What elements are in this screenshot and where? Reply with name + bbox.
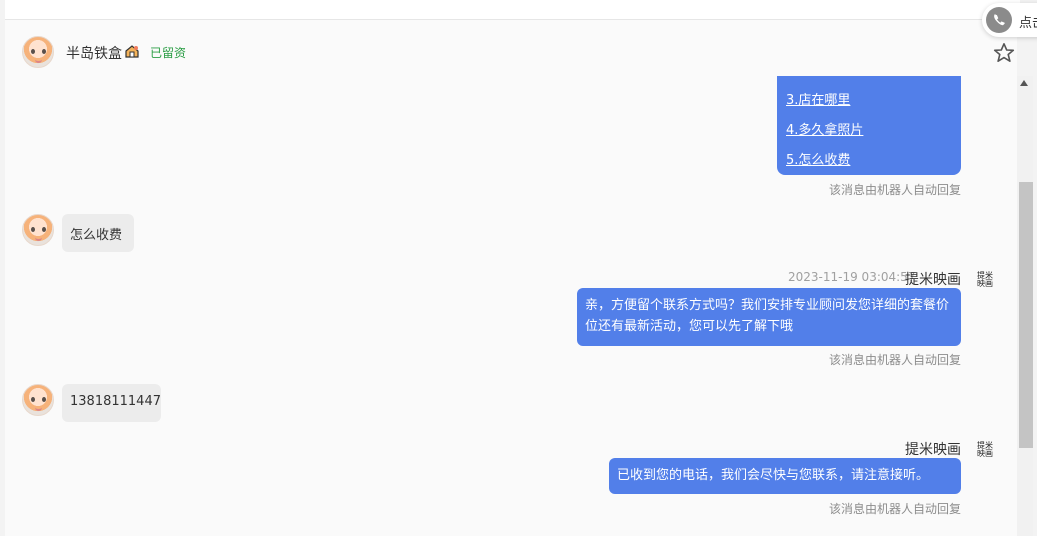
message-timestamp: 2023-11-19 03:04:57 — [788, 270, 916, 284]
customer-status-badge: 已留资 — [150, 46, 187, 60]
house-icon — [125, 45, 139, 58]
bot-menu-bubble: 3.店在哪里 4.多久拿照片 5.怎么收费 — [777, 76, 961, 175]
customer-phone-message-bubble: 13818111447 — [62, 384, 161, 422]
call-label: 点击 — [1019, 16, 1037, 31]
auto-reply-note: 该消息由机器人自动回复 — [828, 353, 961, 367]
scroll-up-arrow-icon[interactable] — [1020, 80, 1028, 86]
agent-brand-logo: 提米映画 — [977, 271, 993, 288]
auto-reply-note: 该消息由机器人自动回复 — [828, 183, 961, 197]
customer-message-avatar — [22, 214, 54, 246]
menu-link-store-location[interactable]: 3.店在哪里 — [786, 89, 850, 108]
agent-name: 提米映画 — [905, 272, 961, 288]
agent-brand-logo: 提米映画 — [977, 441, 993, 458]
star-icon[interactable] — [992, 41, 1016, 65]
agent-name: 提米映画 — [905, 442, 961, 458]
customer-message-bubble: 怎么收费 — [62, 214, 134, 252]
customer-message-avatar — [22, 384, 54, 416]
customer-avatar — [22, 36, 54, 68]
chat-window: 半岛铁盒 已留资 点击 3.店在哪里 4.多久拿照片 5.怎么收费 该消息由机器… — [0, 0, 1037, 536]
customer-name: 半岛铁盒 — [66, 46, 122, 62]
bot-confirmation-message-bubble: 已收到您的电话，我们会尽快与您联系，请注意接听。 — [609, 458, 961, 494]
scrollbar-thumb[interactable] — [1019, 182, 1033, 448]
phone-icon — [986, 7, 1012, 33]
menu-link-pricing[interactable]: 5.怎么收费 — [786, 149, 850, 168]
menu-link-photo-pickup-time[interactable]: 4.多久拿照片 — [786, 119, 863, 138]
bot-message-bubble: 亲，方便留个联系方式吗？我们安排专业顾问发您详细的套餐价位还有最新活动，您可以先… — [577, 288, 961, 346]
top-toolbar — [5, 0, 1020, 20]
click-to-call-button[interactable]: 点击 — [982, 3, 1037, 37]
auto-reply-note: 该消息由机器人自动回复 — [828, 502, 961, 516]
